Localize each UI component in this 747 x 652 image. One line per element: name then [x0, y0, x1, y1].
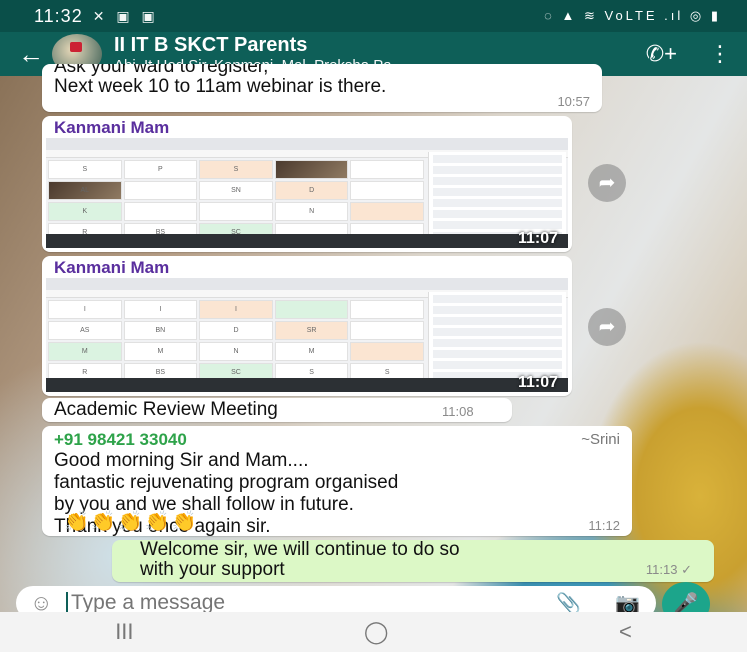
sender-alias: ~Srini	[581, 431, 620, 448]
clapping-emojis: 👏👏👏👏👏	[64, 511, 199, 533]
message-line: fantastic rejuvenating program organised	[54, 472, 399, 493]
text-caret	[66, 592, 68, 614]
message-time: 11:13 ✓	[645, 562, 692, 577]
system-nav-bar: III ◯ <	[0, 612, 747, 652]
status-bar: 11:32 ✕ ▣ ▣ ◌ ▲ ≋ VoLTE .ıl ◎ ▮	[0, 0, 747, 32]
message-line: with your support	[140, 559, 285, 580]
window-titlebar	[46, 278, 568, 290]
image-message[interactable]: Kanmani Mam I I I AS BN D SR M M N M R BS SC S S 11:07	[42, 256, 572, 396]
participant-tile: D	[274, 181, 349, 200]
status-right-icons: ◌ ▲ ≋ VoLTE .ıl ◎ ▮	[544, 8, 721, 23]
participant-tile	[274, 300, 349, 319]
sender-name: Kanmani Mam	[54, 118, 170, 137]
participant-tile	[350, 181, 424, 200]
participant-tile: AL	[48, 181, 122, 200]
participant-grid: S P S AL SN D K N R BS SC	[48, 160, 424, 242]
participant-tile: SR	[274, 321, 349, 340]
participant-tile	[350, 160, 424, 179]
participant-tile: I	[48, 300, 122, 319]
message-bubble[interactable]: Ask your ward to register, Next week 10 …	[42, 64, 602, 112]
participant-tile	[350, 321, 424, 340]
participant-tile: D	[199, 321, 273, 340]
sender-phone: +91 98421 33040	[54, 430, 187, 449]
nav-back-button[interactable]: <	[619, 619, 632, 645]
participant-tile: I	[199, 300, 273, 319]
participant-tile	[350, 342, 424, 361]
participant-tile	[350, 202, 424, 221]
message-text: Next week 10 to 11am webinar is there.	[54, 76, 387, 97]
participant-tile	[123, 202, 198, 221]
message-time: 10:57	[557, 94, 590, 109]
participant-tile	[350, 300, 424, 319]
image-time: 11:07	[517, 230, 558, 247]
status-time: 11:32	[34, 5, 83, 26]
home-button[interactable]: ◯	[364, 619, 389, 645]
participant-tile: M	[123, 342, 198, 361]
forward-icon[interactable]: ➦	[588, 164, 626, 202]
message-line: Welcome sir, we will continue to do so	[140, 539, 460, 560]
participant-grid: I I I AS BN D SR M M N M R BS SC S S	[48, 300, 424, 382]
participant-tile: SN	[199, 181, 273, 200]
message-time: 11:12	[588, 518, 620, 533]
more-options-icon[interactable]: ⋮	[709, 41, 731, 67]
outgoing-message-bubble[interactable]: Welcome sir, we will continue to do so w…	[112, 540, 714, 582]
window-titlebar	[46, 138, 568, 150]
message-time: 11:08	[442, 404, 474, 419]
image-message[interactable]: Kanmani Mam S P S AL SN D K N R BS SC 11:07	[42, 116, 572, 252]
participant-tile: P	[123, 160, 198, 179]
participant-tile: M	[48, 342, 122, 361]
sender-name: Kanmani Mam	[54, 258, 170, 277]
participant-tile	[199, 202, 273, 221]
recents-button[interactable]: III	[115, 619, 133, 645]
participant-tile	[274, 160, 349, 179]
forward-icon[interactable]: ➦	[588, 308, 626, 346]
participant-tile: M	[274, 342, 349, 361]
image-time: 11:07	[517, 374, 558, 391]
participant-tile: N	[274, 202, 349, 221]
participant-tile: S	[48, 160, 122, 179]
add-call-icon[interactable]: ✆+	[646, 41, 677, 67]
chat-title: II IT B SKCT Parents	[114, 33, 308, 56]
participant-tile: AS	[48, 321, 122, 340]
taskbar	[46, 234, 568, 248]
participant-tile: BN	[123, 321, 198, 340]
taskbar	[46, 378, 568, 392]
message-bubble[interactable]: Academic Review Meeting 11:08	[42, 398, 512, 422]
participant-tile: K	[48, 202, 122, 221]
status-left-icons: ✕ ▣ ▣	[92, 7, 159, 24]
meeting-screenshot[interactable]: I I I AS BN D SR M M N M R BS SC S S 11:07	[46, 278, 568, 392]
participant-tile	[123, 181, 198, 200]
message-line: Good morning Sir and Mam....	[54, 450, 309, 471]
message-body: Welcome sir, we will continue to do so w…	[140, 540, 460, 580]
participant-tile: N	[199, 342, 273, 361]
meeting-screenshot[interactable]: S P S AL SN D K N R BS SC 11:07	[46, 138, 568, 248]
participant-tile: S	[199, 160, 273, 179]
participant-tile: I	[123, 300, 198, 319]
message-bubble[interactable]: +91 98421 33040 ~Srini Good morning Sir …	[42, 426, 632, 537]
message-text: Academic Review Meeting	[54, 399, 278, 420]
